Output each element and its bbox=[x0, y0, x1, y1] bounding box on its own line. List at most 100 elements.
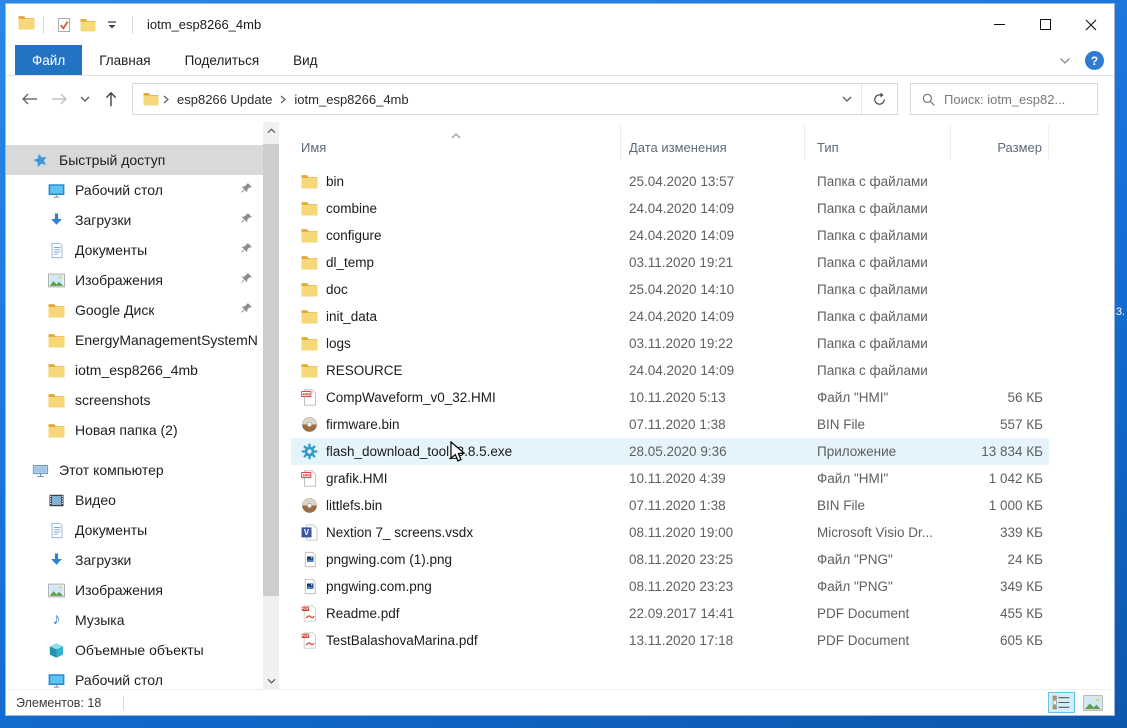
sidebar-item-14[interactable]: Изображения bbox=[6, 575, 263, 605]
file-name-cell[interactable]: bin bbox=[291, 173, 621, 190]
breadcrumb-segment[interactable]: esp8266 Update bbox=[171, 92, 278, 107]
sidebar-item-17[interactable]: Рабочий стол bbox=[6, 665, 263, 689]
thumbnail-view-icon bbox=[1083, 695, 1103, 711]
tab-файл[interactable]: Файл bbox=[15, 45, 82, 75]
sidebar-item-3[interactable]: Документы bbox=[6, 235, 263, 265]
file-name-cell[interactable]: logs bbox=[291, 335, 621, 352]
sidebar-item-1[interactable]: Рабочий стол bbox=[6, 175, 263, 205]
file-size: 455 КБ bbox=[951, 606, 1049, 621]
file-row[interactable]: dl_temp03.11.2020 19:21Папка с файлами bbox=[291, 249, 1049, 276]
help-button[interactable]: ? bbox=[1085, 51, 1104, 70]
file-type: Папка с файлами bbox=[805, 255, 951, 270]
sidebar-item-8[interactable]: screenshots bbox=[6, 385, 263, 415]
file-row[interactable]: logs03.11.2020 19:22Папка с файлами bbox=[291, 330, 1049, 357]
file-row[interactable]: configure24.04.2020 14:09Папка с файлами bbox=[291, 222, 1049, 249]
up-button[interactable] bbox=[96, 84, 126, 114]
file-row[interactable]: littlefs.bin07.11.2020 1:38BIN File1 000… bbox=[291, 492, 1049, 519]
file-row[interactable]: HMICompWaveform_v0_32.HMI10.11.2020 5:13… bbox=[291, 384, 1049, 411]
recent-locations-chevron[interactable] bbox=[74, 84, 96, 114]
file-name-cell[interactable]: combine bbox=[291, 200, 621, 217]
file-row[interactable]: VNextion 7_ screens.vsdx08.11.2020 19:00… bbox=[291, 519, 1049, 546]
video-icon bbox=[48, 492, 65, 509]
sidebar-item-label: Загрузки bbox=[75, 552, 131, 568]
file-row[interactable]: combine24.04.2020 14:09Папка с файлами bbox=[291, 195, 1049, 222]
sidebar-item-9[interactable]: Новая папка (2) bbox=[6, 415, 263, 445]
sidebar-item-0[interactable]: Быстрый доступ bbox=[6, 145, 263, 175]
file-row[interactable]: pngwing.com.png08.11.2020 23:23Файл "PNG… bbox=[291, 573, 1049, 600]
sidebar-item-6[interactable]: EnergyManagementSystemN bbox=[6, 325, 263, 355]
file-name-cell[interactable]: VNextion 7_ screens.vsdx bbox=[291, 524, 621, 541]
tab-поделиться[interactable]: Поделиться bbox=[168, 45, 277, 75]
file-row[interactable]: init_data24.04.2020 14:09Папка с файлами bbox=[291, 303, 1049, 330]
file-row[interactable]: RESOURCE24.04.2020 14:09Папка с файлами bbox=[291, 357, 1049, 384]
file-row[interactable]: PDFReadme.pdf22.09.2017 14:41PDF Documen… bbox=[291, 600, 1049, 627]
sidebar-item-15[interactable]: ♪Музыка bbox=[6, 605, 263, 635]
file-name-cell[interactable]: doc bbox=[291, 281, 621, 298]
forward-button[interactable] bbox=[44, 84, 74, 114]
thumbnail-view-button[interactable] bbox=[1079, 692, 1106, 713]
file-name-cell[interactable]: RESOURCE bbox=[291, 362, 621, 379]
file-name-cell[interactable]: PDFTestBalashovaMarina.pdf bbox=[291, 632, 621, 649]
breadcrumb-chevron-icon[interactable] bbox=[161, 95, 171, 104]
sidebar-scrollbar[interactable] bbox=[263, 122, 279, 689]
quick-access-new-folder-button[interactable] bbox=[76, 13, 100, 37]
expand-ribbon-chevron[interactable] bbox=[1059, 52, 1071, 70]
refresh-button[interactable] bbox=[861, 84, 897, 114]
breadcrumb-chevron-icon[interactable] bbox=[278, 95, 288, 104]
file-size: 56 КБ bbox=[951, 390, 1049, 405]
close-button[interactable] bbox=[1068, 4, 1114, 45]
address-bar[interactable]: esp8266 Update iotm_esp8266_4mb bbox=[132, 83, 898, 115]
quick-access-properties-button[interactable] bbox=[52, 13, 76, 37]
sidebar-item-11[interactable]: Видео bbox=[6, 485, 263, 515]
desktop-icon bbox=[48, 182, 65, 199]
column-header-1[interactable]: Дата изменения bbox=[621, 126, 805, 160]
file-name-cell[interactable]: configure bbox=[291, 227, 621, 244]
sidebar-item-10[interactable]: Этот компьютер bbox=[6, 455, 263, 485]
column-header-2[interactable]: Тип bbox=[805, 126, 951, 160]
file-name: configure bbox=[326, 228, 382, 243]
file-name-cell[interactable]: PDFReadme.pdf bbox=[291, 605, 621, 622]
file-row[interactable]: PDFTestBalashovaMarina.pdf13.11.2020 17:… bbox=[291, 627, 1049, 654]
tab-вид[interactable]: Вид bbox=[276, 45, 334, 75]
file-name-cell[interactable]: pngwing.com (1).png bbox=[291, 551, 621, 568]
file-name-cell[interactable]: flash_download_tool_3.8.5.exe bbox=[291, 443, 621, 460]
scrollbar-thumb[interactable] bbox=[263, 144, 279, 596]
sidebar-item-2[interactable]: Загрузки bbox=[6, 205, 263, 235]
scroll-down-icon[interactable] bbox=[263, 672, 279, 689]
sidebar-item-4[interactable]: Изображения bbox=[6, 265, 263, 295]
file-row[interactable]: firmware.bin07.11.2020 1:38BIN File557 К… bbox=[291, 411, 1049, 438]
file-row[interactable]: doc25.04.2020 14:10Папка с файлами bbox=[291, 276, 1049, 303]
sidebar-item-5[interactable]: Google Диск bbox=[6, 295, 263, 325]
tab-главная[interactable]: Главная bbox=[82, 45, 167, 75]
sidebar-item-7[interactable]: iotm_esp8266_4mb bbox=[6, 355, 263, 385]
file-name-cell[interactable]: littlefs.bin bbox=[291, 497, 621, 514]
search-input[interactable]: Поиск: iotm_esp82... bbox=[910, 83, 1098, 115]
maximize-button[interactable] bbox=[1022, 4, 1068, 45]
sidebar-item-16[interactable]: Объемные объекты bbox=[6, 635, 263, 665]
file-name-cell[interactable]: firmware.bin bbox=[291, 416, 621, 433]
file-size: 557 КБ bbox=[951, 417, 1049, 432]
breadcrumb-segment[interactable]: iotm_esp8266_4mb bbox=[288, 92, 414, 107]
file-name-cell[interactable]: HMIgrafik.HMI bbox=[291, 470, 621, 487]
file-name-cell[interactable]: HMICompWaveform_v0_32.HMI bbox=[291, 389, 621, 406]
file-name-cell[interactable]: dl_temp bbox=[291, 254, 621, 271]
back-button[interactable] bbox=[14, 84, 44, 114]
file-name-cell[interactable]: init_data bbox=[291, 308, 621, 325]
sidebar-item-12[interactable]: Документы bbox=[6, 515, 263, 545]
file-row[interactable]: bin25.04.2020 13:57Папка с файлами bbox=[291, 168, 1049, 195]
sidebar-item-13[interactable]: Загрузки bbox=[6, 545, 263, 575]
file-row[interactable]: flash_download_tool_3.8.5.exe28.05.2020 … bbox=[291, 438, 1049, 465]
column-header-3[interactable]: Размер bbox=[951, 126, 1049, 160]
file-name: RESOURCE bbox=[326, 363, 403, 378]
pdf-icon: PDF bbox=[301, 605, 318, 622]
pin-icon bbox=[240, 272, 253, 288]
customize-quick-access-dropdown[interactable] bbox=[100, 13, 124, 37]
details-view-button[interactable] bbox=[1048, 692, 1075, 713]
scroll-up-icon[interactable] bbox=[263, 122, 279, 139]
column-header-0[interactable]: Имя bbox=[291, 126, 621, 160]
address-dropdown-chevron[interactable] bbox=[833, 84, 861, 114]
file-row[interactable]: pngwing.com (1).png08.11.2020 23:25Файл … bbox=[291, 546, 1049, 573]
file-row[interactable]: HMIgrafik.HMI10.11.2020 4:39Файл "HMI"1 … bbox=[291, 465, 1049, 492]
file-name-cell[interactable]: pngwing.com.png bbox=[291, 578, 621, 595]
minimize-button[interactable] bbox=[976, 4, 1022, 45]
